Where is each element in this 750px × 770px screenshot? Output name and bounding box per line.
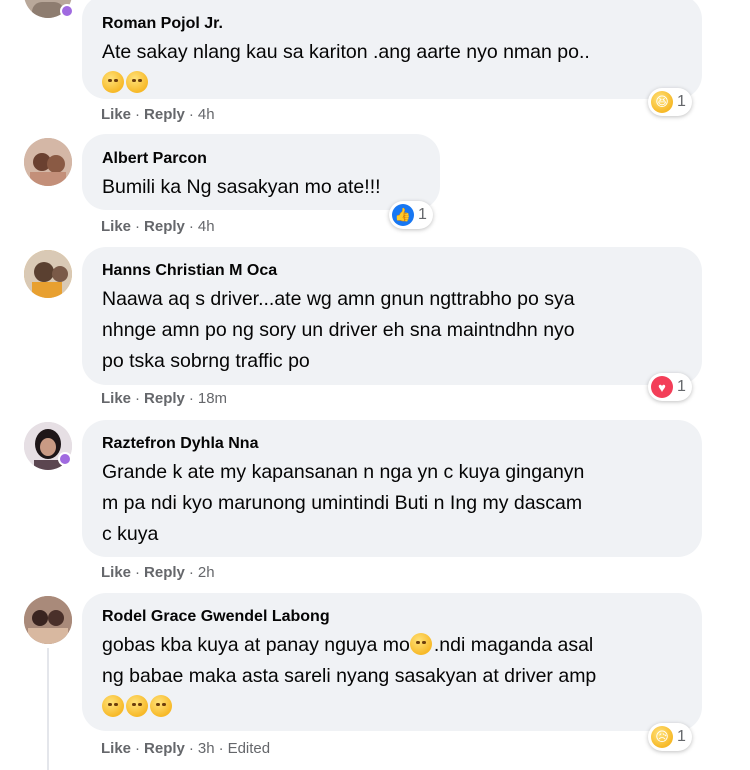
like-button[interactable]: Like [101,106,131,123]
comment-timestamp[interactable]: 2h [198,564,215,581]
comment-author[interactable]: Rodel Grace Gwendel Labong [102,607,682,627]
comment-author[interactable]: Raztefron Dyhla Nna [102,434,682,454]
comment-timestamp[interactable]: 18m [198,390,227,407]
like-button[interactable]: Like [101,740,131,757]
reply-button[interactable]: Reply [144,564,185,581]
avatar[interactable] [24,596,72,644]
reply-button[interactable]: Reply [144,740,185,757]
comment-author[interactable]: Hanns Christian M Oca [102,261,682,281]
comment-text: gobas kba kuya at panay nguya mo .ndi mag… [102,630,682,723]
comment-bubble: Hanns Christian M Oca Naawa aq s driver.… [82,247,702,385]
edited-label[interactable]: Edited [228,740,271,757]
comment-actions: Like · Reply · 2h [101,564,215,581]
comment-text: Naawa aq s driver...ate wg amn gnun ngtt… [102,288,575,372]
like-button[interactable]: Like [101,218,131,235]
comment-timestamp[interactable]: 4h [198,106,215,123]
reaction-count[interactable]: 👍 1 [389,201,433,229]
comment-actions: Like · Reply · 4h [101,106,215,123]
pensive-emoji-icon [126,71,148,93]
sweat-smile-emoji-icon [409,633,432,655]
like-button[interactable]: Like [101,390,131,407]
comment-bubble: Roman Pojol Jr. Ate sakay nlang kau sa k… [82,0,702,99]
comment-text: Ate sakay nlang kau sa kariton .ang aart… [102,37,682,99]
comment-bubble: Raztefron Dyhla Nna Grande k ate my kapa… [82,420,702,557]
reply-button[interactable]: Reply [144,106,185,123]
reaction-count[interactable]: ♥ 1 [648,373,692,401]
comment-author[interactable]: Roman Pojol Jr. [102,14,682,34]
avatar[interactable] [24,250,72,298]
like-icon: 👍 [392,204,414,226]
active-status-icon [60,4,74,18]
pensive-emoji-icon [102,71,124,93]
comment-timestamp[interactable]: 4h [198,218,215,235]
comment-actions: Like · Reply · 3h · Edited [101,740,271,757]
blush-emoji-icon [150,695,172,717]
haha-icon: 😆 [651,91,673,113]
comment-bubble: Rodel Grace Gwendel Labong gobas kba kuy… [82,593,702,731]
grin-emoji-icon [102,695,124,717]
comment-text: Bumili ka Ng sasakyan mo ate!!! [102,176,381,198]
reply-button[interactable]: Reply [144,390,185,407]
reaction-count[interactable]: 😥 1 [648,723,692,751]
active-status-icon [58,452,72,466]
comment-timestamp[interactable]: 3h [198,740,215,757]
reaction-count[interactable]: 😆 1 [648,88,692,116]
reply-button[interactable]: Reply [144,218,185,235]
comment-actions: Like · Reply · 18m [101,390,228,407]
comment-author[interactable]: Albert Parcon [102,149,420,169]
reply-thread-line [47,648,49,770]
comment-bubble: Albert Parcon Bumili ka Ng sasakyan mo a… [82,134,440,210]
comment-actions: Like · Reply · 4h [101,218,215,235]
like-button[interactable]: Like [101,564,131,581]
comment-text: Grande k ate my kapansanan n nga yn c ku… [102,461,585,545]
love-icon: ♥ [651,376,673,398]
grin-emoji-icon [126,695,148,717]
sad-icon: 😥 [651,726,673,748]
avatar[interactable] [24,138,72,186]
